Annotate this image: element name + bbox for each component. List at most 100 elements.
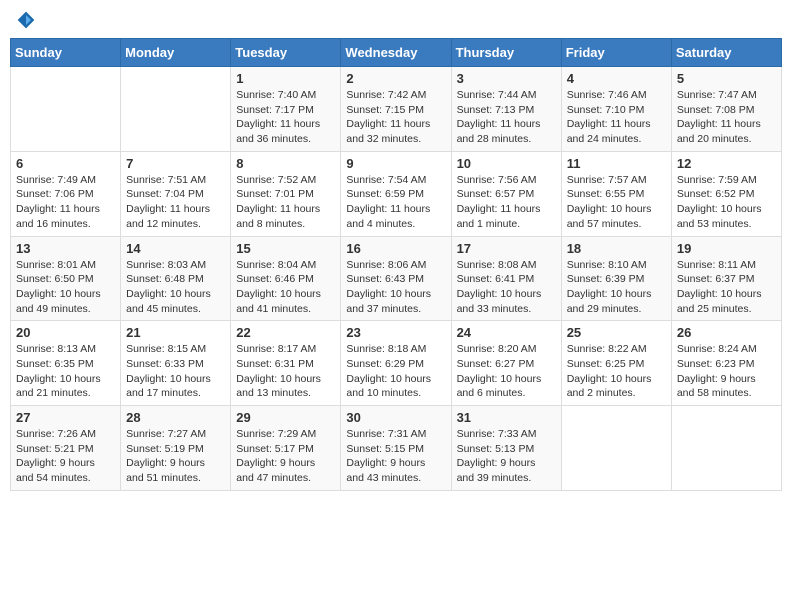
calendar-cell: 14 Sunrise: 8:03 AM Sunset: 6:48 PM Dayli… [121,236,231,321]
calendar-cell: 3 Sunrise: 7:44 AM Sunset: 7:13 PM Daylig… [451,67,561,152]
day-number: 14 [126,241,225,256]
day-number: 28 [126,410,225,425]
day-info: Sunrise: 7:46 AM Sunset: 7:10 PM Dayligh… [567,88,666,147]
calendar-cell: 13 Sunrise: 8:01 AM Sunset: 6:50 PM Dayli… [11,236,121,321]
day-info: Sunrise: 8:17 AM Sunset: 6:31 PM Dayligh… [236,342,335,401]
day-info: Sunrise: 8:22 AM Sunset: 6:25 PM Dayligh… [567,342,666,401]
calendar-cell: 23 Sunrise: 8:18 AM Sunset: 6:29 PM Dayli… [341,321,451,406]
day-info: Sunrise: 7:29 AM Sunset: 5:17 PM Dayligh… [236,427,335,486]
calendar-week-row: 6 Sunrise: 7:49 AM Sunset: 7:06 PM Daylig… [11,151,782,236]
calendar-header-monday: Monday [121,39,231,67]
calendar-header-tuesday: Tuesday [231,39,341,67]
day-info: Sunrise: 7:44 AM Sunset: 7:13 PM Dayligh… [457,88,556,147]
calendar-header-wednesday: Wednesday [341,39,451,67]
calendar-cell: 17Sunrise: 8:08 AM Sunset: 6:41 PM Dayli… [451,236,561,321]
day-info: Sunrise: 7:59 AM Sunset: 6:52 PM Dayligh… [677,173,776,232]
day-number: 3 [457,71,556,86]
calendar-cell: 27 Sunrise: 7:26 AM Sunset: 5:21 PM Dayli… [11,406,121,491]
day-info: Sunrise: 7:33 AM Sunset: 5:13 PM Dayligh… [457,427,556,486]
day-number: 30 [346,410,445,425]
day-info: Sunrise: 8:04 AM Sunset: 6:46 PM Dayligh… [236,258,335,317]
calendar-cell: 1Sunrise: 7:40 AM Sunset: 7:17 PM Daylig… [231,67,341,152]
day-info: Sunrise: 7:57 AM Sunset: 6:55 PM Dayligh… [567,173,666,232]
day-info: Sunrise: 7:56 AM Sunset: 6:57 PM Dayligh… [457,173,556,232]
day-number: 6 [16,156,115,171]
day-number: 15 [236,241,335,256]
day-info: Sunrise: 8:01 AM Sunset: 6:50 PM Dayligh… [16,258,115,317]
day-number: 12 [677,156,776,171]
day-number: 21 [126,325,225,340]
day-number: 31 [457,410,556,425]
day-info: Sunrise: 7:49 AM Sunset: 7:06 PM Dayligh… [16,173,115,232]
day-number: 18 [567,241,666,256]
day-number: 27 [16,410,115,425]
day-info: Sunrise: 7:42 AM Sunset: 7:15 PM Dayligh… [346,88,445,147]
day-info: Sunrise: 8:18 AM Sunset: 6:29 PM Dayligh… [346,342,445,401]
day-info: Sunrise: 7:54 AM Sunset: 6:59 PM Dayligh… [346,173,445,232]
day-number: 7 [126,156,225,171]
calendar-cell: 19 Sunrise: 8:11 AM Sunset: 6:37 PM Dayli… [671,236,781,321]
day-info: Sunrise: 8:06 AM Sunset: 6:43 PM Dayligh… [346,258,445,317]
day-info: Sunrise: 7:40 AM Sunset: 7:17 PM Dayligh… [236,88,335,147]
calendar-cell: 20 Sunrise: 8:13 AM Sunset: 6:35 PM Dayli… [11,321,121,406]
day-info: Sunrise: 7:51 AM Sunset: 7:04 PM Dayligh… [126,173,225,232]
day-info: Sunrise: 8:15 AM Sunset: 6:33 PM Dayligh… [126,342,225,401]
calendar-cell: 25 Sunrise: 8:22 AM Sunset: 6:25 PM Dayli… [561,321,671,406]
calendar-week-row: 1Sunrise: 7:40 AM Sunset: 7:17 PM Daylig… [11,67,782,152]
calendar-cell: 29 Sunrise: 7:29 AM Sunset: 5:17 PM Dayli… [231,406,341,491]
calendar-cell: 22 Sunrise: 8:17 AM Sunset: 6:31 PM Dayli… [231,321,341,406]
calendar-cell: 30 Sunrise: 7:31 AM Sunset: 5:15 PM Dayli… [341,406,451,491]
day-number: 16 [346,241,445,256]
calendar-cell: 24 Sunrise: 8:20 AM Sunset: 6:27 PM Dayli… [451,321,561,406]
day-number: 29 [236,410,335,425]
day-number: 11 [567,156,666,171]
calendar-header-saturday: Saturday [671,39,781,67]
calendar-cell: 10Sunrise: 7:56 AM Sunset: 6:57 PM Dayli… [451,151,561,236]
day-info: Sunrise: 7:26 AM Sunset: 5:21 PM Dayligh… [16,427,115,486]
day-info: Sunrise: 7:27 AM Sunset: 5:19 PM Dayligh… [126,427,225,486]
calendar-cell: 28 Sunrise: 7:27 AM Sunset: 5:19 PM Dayli… [121,406,231,491]
day-info: Sunrise: 7:52 AM Sunset: 7:01 PM Dayligh… [236,173,335,232]
calendar-cell [121,67,231,152]
calendar-cell: 26 Sunrise: 8:24 AM Sunset: 6:23 PM Dayli… [671,321,781,406]
day-info: Sunrise: 8:03 AM Sunset: 6:48 PM Dayligh… [126,258,225,317]
day-number: 25 [567,325,666,340]
day-info: Sunrise: 7:31 AM Sunset: 5:15 PM Dayligh… [346,427,445,486]
day-info: Sunrise: 8:20 AM Sunset: 6:27 PM Dayligh… [457,342,556,401]
calendar-cell: 31 Sunrise: 7:33 AM Sunset: 5:13 PM Dayli… [451,406,561,491]
logo-icon [16,10,36,30]
day-info: Sunrise: 8:13 AM Sunset: 6:35 PM Dayligh… [16,342,115,401]
day-number: 13 [16,241,115,256]
day-number: 8 [236,156,335,171]
day-number: 23 [346,325,445,340]
calendar-table: SundayMondayTuesdayWednesdayThursdayFrid… [10,38,782,491]
day-number: 24 [457,325,556,340]
page-header [10,10,782,30]
calendar-week-row: 20 Sunrise: 8:13 AM Sunset: 6:35 PM Dayli… [11,321,782,406]
day-number: 20 [16,325,115,340]
calendar-cell: 4Sunrise: 7:46 AM Sunset: 7:10 PM Daylig… [561,67,671,152]
day-number: 5 [677,71,776,86]
calendar-cell: 9 Sunrise: 7:54 AM Sunset: 6:59 PM Daylig… [341,151,451,236]
calendar-cell: 16 Sunrise: 8:06 AM Sunset: 6:43 PM Dayli… [341,236,451,321]
day-number: 19 [677,241,776,256]
day-info: Sunrise: 8:11 AM Sunset: 6:37 PM Dayligh… [677,258,776,317]
day-info: Sunrise: 8:24 AM Sunset: 6:23 PM Dayligh… [677,342,776,401]
calendar-cell [11,67,121,152]
calendar-cell: 12 Sunrise: 7:59 AM Sunset: 6:52 PM Dayli… [671,151,781,236]
calendar-cell: 2Sunrise: 7:42 AM Sunset: 7:15 PM Daylig… [341,67,451,152]
calendar-cell: 21 Sunrise: 8:15 AM Sunset: 6:33 PM Dayli… [121,321,231,406]
logo [14,10,36,30]
calendar-week-row: 13 Sunrise: 8:01 AM Sunset: 6:50 PM Dayli… [11,236,782,321]
calendar-cell: 18Sunrise: 8:10 AM Sunset: 6:39 PM Dayli… [561,236,671,321]
calendar-header-thursday: Thursday [451,39,561,67]
day-number: 9 [346,156,445,171]
calendar-header-sunday: Sunday [11,39,121,67]
day-number: 26 [677,325,776,340]
calendar-cell [561,406,671,491]
calendar-cell [671,406,781,491]
day-number: 17 [457,241,556,256]
calendar-cell: 6 Sunrise: 7:49 AM Sunset: 7:06 PM Daylig… [11,151,121,236]
calendar-cell: 8 Sunrise: 7:52 AM Sunset: 7:01 PM Daylig… [231,151,341,236]
day-number: 22 [236,325,335,340]
